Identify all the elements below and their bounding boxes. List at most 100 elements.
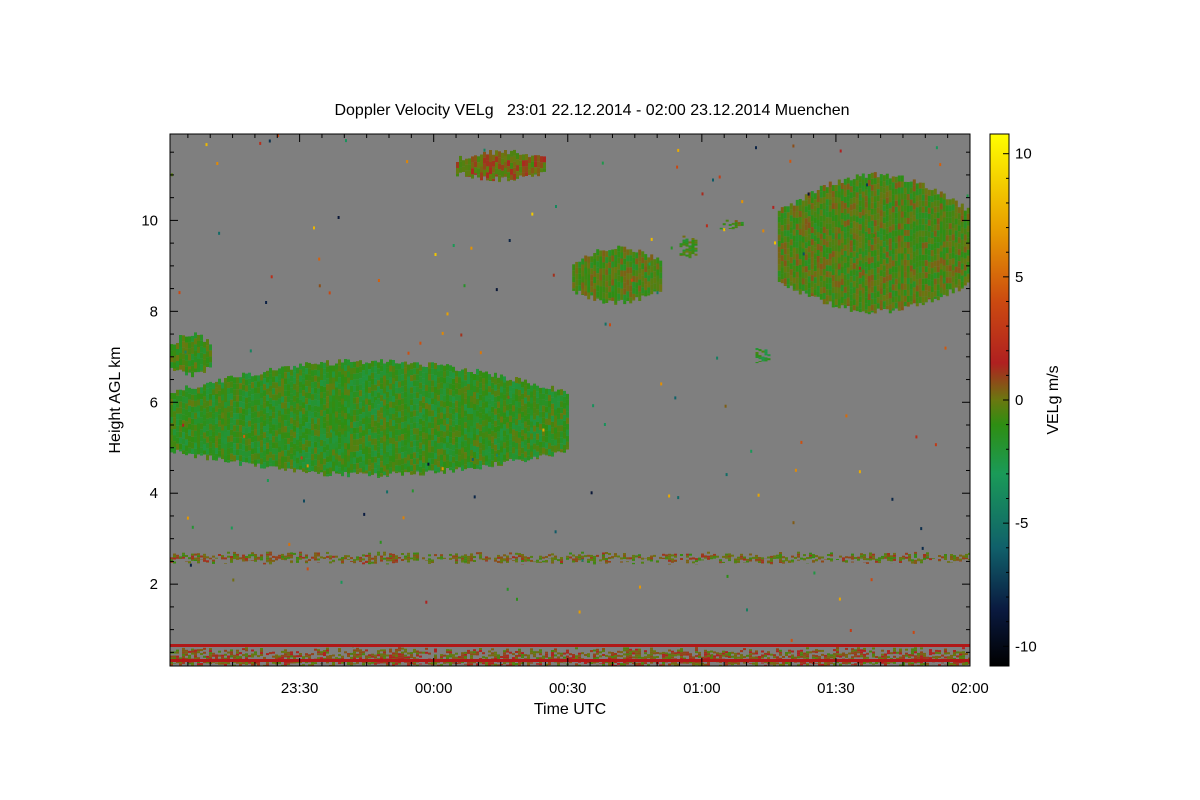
speckle bbox=[935, 146, 938, 150]
speckle bbox=[270, 275, 273, 279]
speckle bbox=[402, 516, 405, 520]
speckle bbox=[794, 468, 797, 472]
speckle bbox=[939, 239, 942, 243]
speckle bbox=[439, 446, 442, 450]
y-tick-label: 10 bbox=[141, 212, 158, 229]
speckle bbox=[340, 580, 343, 584]
x-tick-label: 00:30 bbox=[549, 680, 587, 697]
speckle bbox=[934, 443, 937, 447]
speckle bbox=[915, 435, 918, 439]
speckle bbox=[406, 160, 409, 164]
speckle bbox=[604, 322, 607, 326]
speckle bbox=[790, 638, 793, 642]
speckle bbox=[802, 252, 805, 256]
speckle bbox=[774, 241, 776, 245]
speckle bbox=[712, 178, 714, 182]
speckle bbox=[724, 404, 727, 408]
speckle bbox=[866, 183, 868, 187]
speckle bbox=[265, 301, 268, 304]
speckle bbox=[188, 369, 191, 373]
speckle bbox=[845, 414, 848, 418]
speckle bbox=[656, 291, 659, 295]
speckle bbox=[189, 563, 192, 567]
speckle bbox=[858, 266, 861, 270]
speckle bbox=[755, 146, 757, 150]
speckle bbox=[705, 224, 708, 228]
speckle bbox=[379, 540, 382, 544]
colorbar-tick-label: 10 bbox=[1015, 146, 1032, 163]
speckle bbox=[630, 278, 633, 282]
speckle bbox=[792, 521, 795, 525]
speckle bbox=[838, 597, 841, 601]
speckle bbox=[218, 231, 221, 235]
speckle bbox=[725, 473, 728, 477]
speckle bbox=[870, 578, 873, 582]
x-tick-label: 00:00 bbox=[415, 680, 453, 697]
speckle bbox=[259, 141, 262, 145]
speckle bbox=[377, 279, 380, 282]
colorbar-label: VELg m/s bbox=[1045, 365, 1062, 434]
speckle bbox=[555, 205, 557, 208]
speckle bbox=[230, 526, 233, 530]
speckle bbox=[726, 574, 729, 578]
speckle bbox=[191, 525, 194, 529]
speckle bbox=[507, 395, 510, 399]
speckle bbox=[411, 489, 414, 493]
speckle bbox=[552, 273, 555, 277]
speckle bbox=[313, 226, 315, 230]
speckle bbox=[921, 546, 924, 550]
speckle bbox=[677, 496, 680, 500]
speckle bbox=[460, 333, 463, 337]
speckle bbox=[920, 527, 923, 531]
speckle bbox=[205, 143, 208, 147]
speckle bbox=[386, 490, 389, 494]
speckle bbox=[648, 262, 651, 266]
speckle bbox=[750, 449, 753, 453]
speckle bbox=[434, 253, 437, 256]
speckle bbox=[531, 212, 534, 216]
speckle bbox=[407, 351, 410, 355]
speckle bbox=[590, 491, 593, 495]
speckle bbox=[363, 512, 366, 516]
speckle bbox=[939, 163, 942, 167]
speckle bbox=[422, 414, 425, 418]
speckle bbox=[328, 291, 331, 295]
speckle bbox=[216, 162, 219, 165]
speckle bbox=[330, 429, 333, 433]
speckle bbox=[592, 404, 595, 408]
speckle bbox=[639, 585, 641, 589]
speckle bbox=[268, 139, 271, 143]
speckle bbox=[849, 629, 852, 632]
speckle bbox=[374, 400, 377, 403]
y-axis-label: Height AGL km bbox=[107, 346, 124, 453]
speckle bbox=[266, 479, 269, 482]
speckle bbox=[807, 192, 810, 196]
speckle bbox=[495, 453, 498, 457]
speckle bbox=[701, 192, 704, 196]
speckle bbox=[243, 434, 246, 438]
speckle bbox=[288, 542, 291, 546]
speckle bbox=[668, 494, 671, 498]
x-axis-label: Time UTC bbox=[534, 701, 606, 718]
speckle bbox=[660, 382, 663, 386]
speckle bbox=[441, 467, 444, 471]
colorbar-tick-label: 0 bbox=[1015, 392, 1023, 409]
speckle bbox=[506, 587, 509, 591]
speckle bbox=[463, 284, 466, 288]
speckle bbox=[873, 234, 876, 238]
y-tick-label: 8 bbox=[150, 303, 158, 320]
speckle bbox=[912, 630, 915, 634]
speckle bbox=[306, 464, 309, 468]
y-tick-label: 6 bbox=[150, 394, 158, 411]
speckle bbox=[603, 423, 606, 426]
speckle bbox=[581, 558, 584, 562]
x-tick-label: 02:00 bbox=[951, 680, 989, 697]
speckle bbox=[186, 516, 189, 520]
surface-line bbox=[170, 644, 970, 647]
colorbar-tick-label: -10 bbox=[1015, 638, 1037, 655]
x-tick-label: 23:30 bbox=[281, 680, 319, 697]
speckle bbox=[839, 149, 842, 153]
chart-title: Doppler Velocity VELg 23:01 22.12.2014 -… bbox=[334, 102, 849, 119]
speckle bbox=[578, 610, 581, 614]
speckle bbox=[542, 428, 545, 432]
